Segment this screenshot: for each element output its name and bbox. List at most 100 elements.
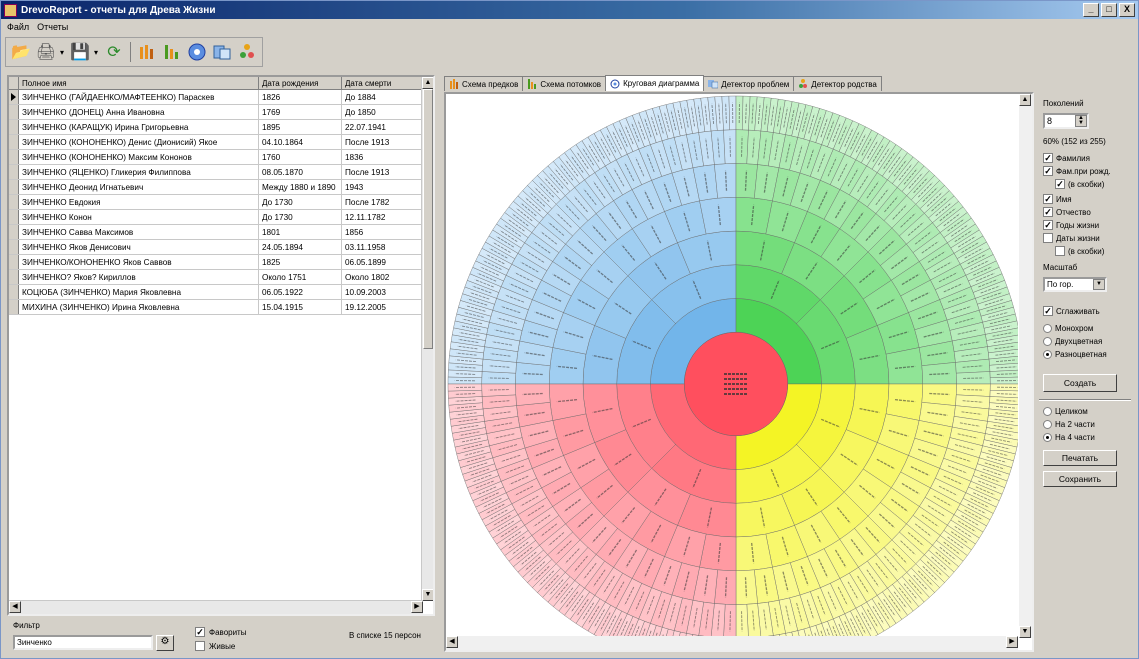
table-row[interactable]: ЗИНЧЕНКО? Яков? Кириллов Около 1751 Около … bbox=[9, 270, 433, 285]
table-row[interactable]: ЗИНЧЕНКО (КАРАЩУК) Ирина Григорьевна 1895… bbox=[9, 120, 433, 135]
maximize-button[interactable]: □ bbox=[1101, 3, 1117, 17]
scroll-left-icon[interactable]: ◀ bbox=[9, 601, 21, 613]
tab-relations[interactable]: Детектор родства bbox=[793, 76, 882, 91]
alive-checkbox[interactable]: Живые bbox=[195, 641, 235, 651]
part-four-radio[interactable] bbox=[1043, 433, 1052, 442]
chart-vertical-scrollbar[interactable]: ▲ ▼ bbox=[1019, 94, 1032, 638]
save-icon[interactable]: 💾 bbox=[69, 41, 91, 63]
opt-life-years-box[interactable]: ✓ bbox=[1043, 220, 1053, 230]
chart-scroll-right-icon[interactable]: ▶ bbox=[1006, 636, 1018, 648]
scroll-thumb[interactable] bbox=[423, 89, 433, 349]
table-row[interactable]: ЗИНЧЕНКО Савва Максимов 1801 1856 bbox=[9, 225, 433, 240]
table-row[interactable]: ЗИНЧЕНКО Конон До 1730 12.11.1782 bbox=[9, 210, 433, 225]
scroll-right-icon[interactable]: ▶ bbox=[411, 601, 423, 613]
opt-life-years[interactable]: ✓ Годы жизни bbox=[1043, 220, 1099, 230]
grid-vertical-scrollbar[interactable]: ▲ ▼ bbox=[421, 77, 433, 601]
save-button[interactable]: Сохранить bbox=[1043, 471, 1117, 487]
row-selector[interactable] bbox=[9, 210, 19, 224]
tab-problems[interactable]: Детектор проблем bbox=[703, 76, 795, 91]
close-button[interactable]: X bbox=[1119, 3, 1135, 17]
column-header-birth[interactable]: Дата рождения bbox=[259, 77, 342, 89]
part-four[interactable]: На 4 части bbox=[1043, 433, 1095, 442]
opt-surname-brackets[interactable]: ✓ (в скобки) bbox=[1055, 179, 1104, 189]
menu-file[interactable]: Файл bbox=[7, 22, 29, 32]
table-row[interactable]: ЗИНЧЕНКО/КОНОНЕНКО Яков Саввов 1825 06.05.… bbox=[9, 255, 433, 270]
fan-segment[interactable] bbox=[921, 362, 957, 385]
opt-name[interactable]: ✓ Имя bbox=[1043, 194, 1072, 204]
opt-surname-brackets-box[interactable]: ✓ bbox=[1055, 179, 1065, 189]
menu-reports[interactable]: Отчеты bbox=[37, 22, 68, 32]
fan-segment[interactable] bbox=[515, 362, 551, 385]
opt-dates-brackets[interactable]: (в скобки) bbox=[1055, 246, 1104, 256]
opt-patronymic[interactable]: ✓ Отчество bbox=[1043, 207, 1091, 217]
opt-patronymic-box[interactable]: ✓ bbox=[1043, 207, 1053, 217]
table-row[interactable]: ЗИНЧЕНКО (КОНОНЕНКО) Максим Кононов 1760 1… bbox=[9, 150, 433, 165]
part-two-radio[interactable] bbox=[1043, 420, 1052, 429]
fan-segment[interactable] bbox=[735, 533, 773, 571]
color-mono-radio[interactable] bbox=[1043, 324, 1052, 333]
row-selector[interactable] bbox=[9, 195, 19, 209]
color-mono[interactable]: Монохром bbox=[1043, 324, 1093, 333]
part-whole-radio[interactable] bbox=[1043, 407, 1052, 416]
minimize-button[interactable]: _ bbox=[1083, 3, 1099, 17]
scroll-down-icon[interactable]: ▼ bbox=[422, 589, 433, 601]
opt-name-box[interactable]: ✓ bbox=[1043, 194, 1053, 204]
table-row[interactable]: ЗИНЧЕНКО Деонид Игнатьевич Между 1880 и 1… bbox=[9, 180, 433, 195]
table-row[interactable]: ЗИНЧЕНКО (ГАЙДАЕНКО/МАФТЕЕНКО) Параскев 1… bbox=[9, 90, 433, 105]
row-selector[interactable] bbox=[9, 150, 19, 164]
scale-select[interactable]: По гор. ▼ bbox=[1043, 277, 1107, 292]
spinner-arrows-icon[interactable]: ▲ ▼ bbox=[1075, 115, 1087, 127]
fan-segment[interactable] bbox=[735, 163, 758, 199]
problems-icon[interactable] bbox=[211, 41, 233, 63]
row-selector[interactable] bbox=[9, 300, 19, 314]
chart-scroll-up-icon[interactable]: ▲ bbox=[1019, 94, 1031, 106]
fan-segment[interactable] bbox=[921, 383, 957, 406]
color-multi-radio[interactable] bbox=[1043, 350, 1052, 359]
part-two[interactable]: На 2 части bbox=[1043, 420, 1095, 429]
fan-segment[interactable] bbox=[699, 197, 737, 235]
alive-checkbox-box[interactable] bbox=[195, 641, 205, 651]
print-icon[interactable]: 🖨 bbox=[35, 41, 57, 63]
print-dropdown-icon[interactable]: ▾ bbox=[60, 48, 66, 57]
row-selector[interactable] bbox=[9, 165, 19, 179]
chevron-down-icon[interactable]: ▼ bbox=[1093, 279, 1105, 290]
refresh-icon[interactable]: ⟳ bbox=[103, 41, 125, 63]
row-selector[interactable] bbox=[9, 120, 19, 134]
opt-surname-box[interactable]: ✓ bbox=[1043, 153, 1053, 163]
row-selector[interactable] bbox=[9, 255, 19, 269]
generations-spinner[interactable]: 8 ▲ ▼ bbox=[1043, 113, 1089, 129]
table-row[interactable]: МИХИНА (ЗИНЧЕНКО) Ирина Яковлевна 15.04.1… bbox=[9, 300, 433, 315]
grid-horizontal-scrollbar[interactable]: ◀ ▶ bbox=[9, 600, 423, 614]
table-row[interactable]: КОЦЮБА (ЗИНЧЕНКО) Мария Яковлевна 06.05.1… bbox=[9, 285, 433, 300]
fan-segment[interactable] bbox=[885, 347, 923, 385]
part-whole[interactable]: Целиком bbox=[1043, 407, 1088, 416]
print-button[interactable]: Печатать bbox=[1043, 450, 1117, 466]
fan-segment[interactable] bbox=[515, 383, 551, 406]
opt-birth-surname[interactable]: ✓ Фам.при рожд. bbox=[1043, 166, 1111, 176]
color-two[interactable]: Двухцветная bbox=[1043, 337, 1102, 346]
color-two-radio[interactable] bbox=[1043, 337, 1052, 346]
opt-life-dates-box[interactable] bbox=[1043, 233, 1053, 243]
table-row[interactable]: ЗИНЧЕНКО (КОНОНЕНКО) Денис (Дионисий) Як… bbox=[9, 135, 433, 150]
chart-scroll-down-icon[interactable]: ▼ bbox=[1019, 626, 1031, 638]
row-selector[interactable] bbox=[9, 135, 19, 149]
tab-circle-chart[interactable]: Круговая диаграмма bbox=[605, 75, 705, 91]
opt-smooth[interactable]: ✓ Сглаживать bbox=[1043, 306, 1100, 316]
table-row[interactable]: ЗИНЧЕНКО Яков Денисович 24.05.1894 03.11.1… bbox=[9, 240, 433, 255]
row-selector[interactable] bbox=[9, 180, 19, 194]
row-selector[interactable] bbox=[9, 270, 19, 284]
opt-dates-brackets-box[interactable] bbox=[1055, 246, 1065, 256]
opt-birth-surname-box[interactable]: ✓ bbox=[1043, 166, 1053, 176]
color-multi[interactable]: Разноцветная bbox=[1043, 350, 1107, 359]
table-row[interactable]: ЗИНЧЕНКО (ДОНЕЦ) Анна Ивановна 1769 До 185… bbox=[9, 105, 433, 120]
row-selector[interactable] bbox=[9, 90, 19, 104]
column-header-name[interactable]: Полное имя bbox=[19, 77, 259, 89]
row-selector[interactable] bbox=[9, 285, 19, 299]
opt-smooth-box[interactable]: ✓ bbox=[1043, 306, 1053, 316]
favorites-checkbox-box[interactable]: ✓ bbox=[195, 627, 205, 637]
ancestors-icon[interactable] bbox=[136, 41, 158, 63]
filter-apply-button[interactable]: ⚙ bbox=[156, 635, 174, 651]
row-selector[interactable] bbox=[9, 225, 19, 239]
table-row[interactable]: ЗИНЧЕНКО (ЯЦЕНКО) Гликерия Филиппова 08.0… bbox=[9, 165, 433, 180]
favorites-checkbox[interactable]: ✓ Фавориты bbox=[195, 627, 246, 637]
